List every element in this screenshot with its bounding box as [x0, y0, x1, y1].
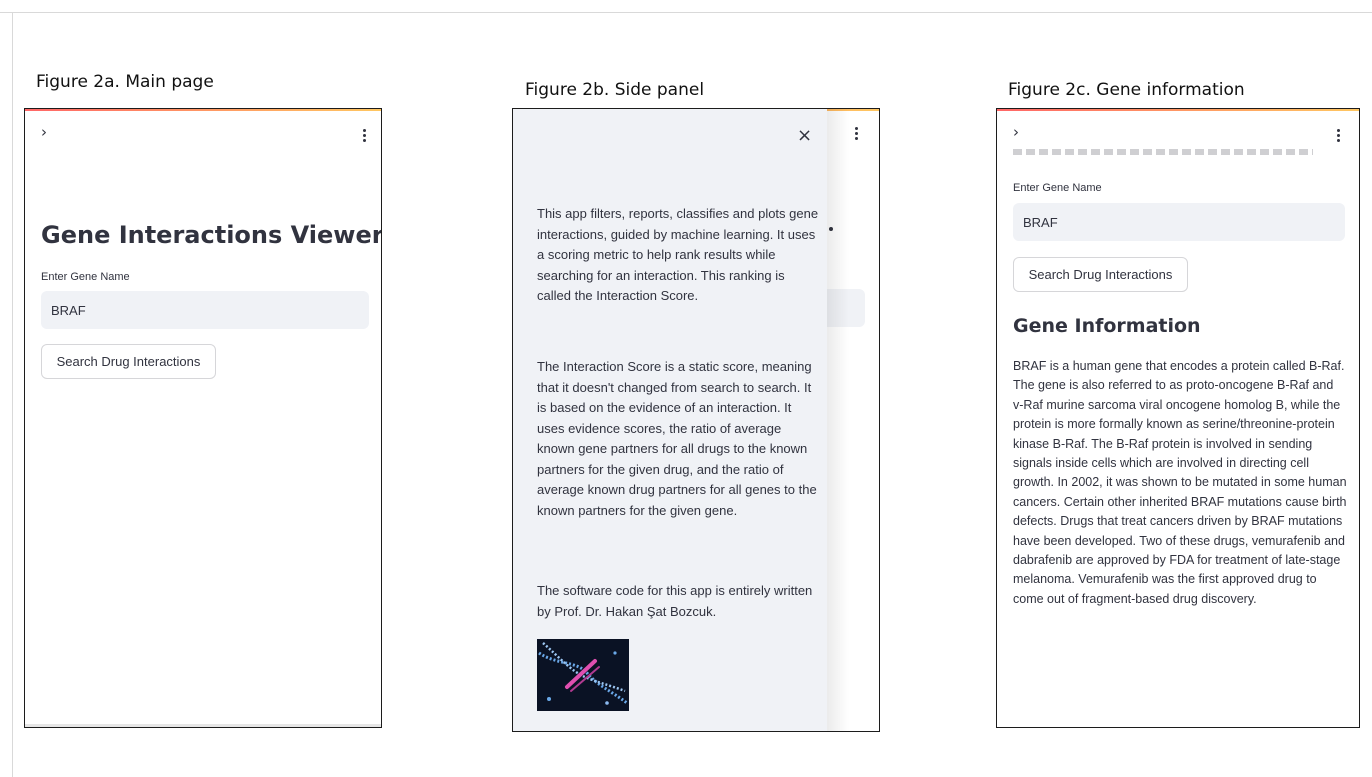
gene-information-heading: Gene Information	[1013, 315, 1201, 337]
close-panel-icon[interactable]: ×	[797, 125, 812, 146]
frame-left-border	[12, 12, 13, 777]
gene-name-input[interactable]: BRAF	[41, 291, 369, 329]
dna-helix-image	[537, 639, 629, 711]
about-paragraph-3: The software code for this app is entire…	[537, 583, 813, 619]
bottom-divider	[25, 724, 381, 727]
about-paragraph-1: This app filters, reports, classifies an…	[537, 206, 819, 303]
figure-2c-caption: Figure 2c. Gene information	[1008, 80, 1245, 100]
gene-name-input[interactable]: BRAF	[1013, 203, 1345, 241]
frame-top-border	[0, 12, 1372, 13]
figure-2c-gene-information: › Enter Gene Name BRAF Search Drug Inter…	[996, 108, 1360, 728]
app-title: Gene Interactions Viewer	[41, 221, 382, 249]
side-panel-shadow	[827, 109, 849, 731]
gene-name-label: Enter Gene Name	[41, 271, 130, 283]
kebab-menu-icon[interactable]	[855, 127, 859, 142]
search-drug-interactions-button[interactable]: Search Drug Interactions	[1013, 257, 1188, 292]
figure-2a-caption: Figure 2a. Main page	[36, 72, 214, 92]
kebab-menu-icon[interactable]	[363, 129, 367, 144]
figure-2b-side-panel: × This app filters, reports, classifies …	[512, 108, 880, 732]
top-accent-bar	[997, 109, 1359, 111]
gene-information-text: BRAF is a human gene that encodes a prot…	[1013, 359, 1347, 606]
gene-name-label: Enter Gene Name	[1013, 182, 1102, 194]
expand-sidebar-icon[interactable]: ›	[41, 123, 47, 141]
scrolled-title-remnant	[1013, 149, 1313, 155]
about-paragraph-2: The Interaction Score is a static score,…	[537, 359, 817, 518]
side-panel: × This app filters, reports, classifies …	[513, 109, 827, 731]
search-drug-interactions-button[interactable]: Search Drug Interactions	[41, 344, 216, 379]
top-accent-bar	[25, 109, 381, 111]
figure-2b-caption: Figure 2b. Side panel	[525, 80, 705, 100]
figure-2a-main-page: › Gene Interactions Viewer Enter Gene Na…	[24, 108, 382, 728]
kebab-menu-icon[interactable]	[1337, 129, 1341, 144]
expand-sidebar-icon[interactable]: ›	[1013, 123, 1019, 141]
